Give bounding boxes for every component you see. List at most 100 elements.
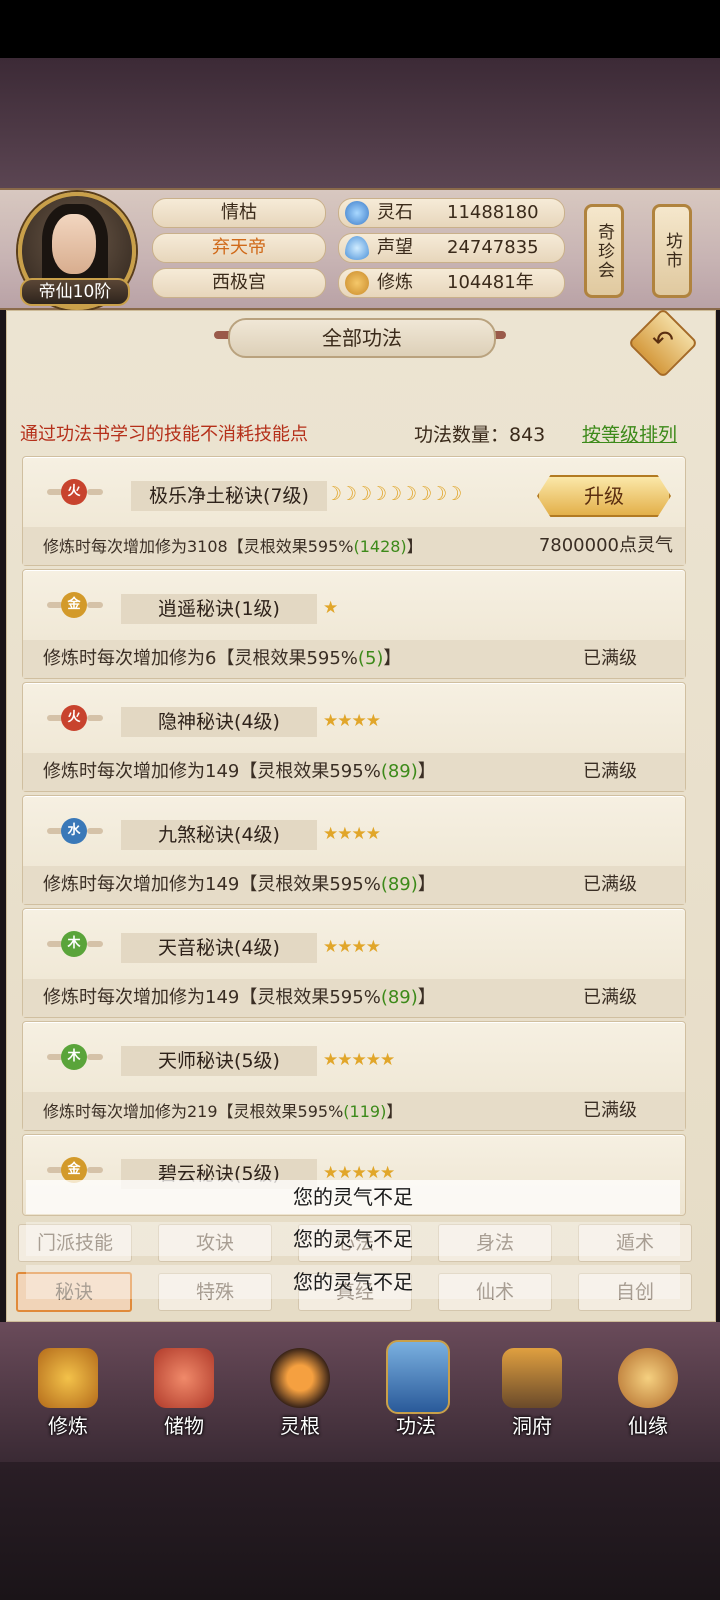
desc-tail: 】 <box>417 987 436 1008</box>
element-badge: 水 <box>47 816 103 848</box>
upgrade-button[interactable]: 升级 <box>537 475 671 517</box>
desc-text: 修炼时每次增加修为149【灵根效果595% <box>43 761 381 782</box>
fire-element-icon: 火 <box>61 479 87 505</box>
nav-label: 灵根 <box>280 1414 320 1438</box>
player-name: 情枯 <box>152 198 326 228</box>
stat-label: 修炼 <box>377 272 413 293</box>
element-badge: 火 <box>47 703 103 735</box>
market-button[interactable]: 坊市 <box>652 204 692 298</box>
element-badge: 火 <box>47 477 103 509</box>
fire-element-icon: 火 <box>61 705 87 731</box>
stat-label: 声望 <box>377 237 413 258</box>
skill-description: 修炼时每次增加修为3108【灵根效果595%(1428)】 <box>43 533 423 557</box>
skill-rating: ★★★★ <box>323 824 381 844</box>
badge-wing <box>87 828 103 834</box>
badge-wing <box>87 489 103 495</box>
upgrade-cost: 7800000点灵气 <box>538 535 673 556</box>
skill-card[interactable]: 火 极乐净土秘诀(7级) ☽☽☽☽☽☽☽☽☽ 升级 修炼时每次增加修为3108【… <box>22 456 686 566</box>
max-level-status: 已满级 <box>583 874 637 895</box>
stat-value: 24747835 <box>447 237 539 258</box>
desc-bonus: (89) <box>380 987 418 1008</box>
background-scenery <box>0 58 720 188</box>
max-level-status: 已满级 <box>583 648 637 669</box>
water-element-icon: 水 <box>61 818 87 844</box>
skill-description: 修炼时每次增加修为219【灵根效果595%(119)】 <box>43 1098 402 1122</box>
skill-count: 功法数量：843 <box>414 424 546 446</box>
max-level-status: 已满级 <box>583 1100 637 1121</box>
stat-value: 11488180 <box>447 202 539 223</box>
nav-storage[interactable]: 储物 <box>134 1340 234 1456</box>
stat-value: 104481年 <box>447 272 534 293</box>
desc-text: 修炼时每次增加修为149【灵根效果595% <box>43 987 381 1008</box>
badge-wing <box>87 1054 103 1060</box>
stat-cultivation: 修炼 104481年 <box>338 268 565 298</box>
nav-spirit-root[interactable]: 灵根 <box>250 1340 350 1456</box>
skill-book-icon <box>386 1340 450 1414</box>
skill-card[interactable]: 木 天音秘诀(4级) ★★★★ 修炼时每次增加修为149【灵根效果595%(89… <box>22 908 686 1018</box>
badge-wing <box>87 602 103 608</box>
skill-name: 隐神秘诀(4级) <box>121 707 317 737</box>
meditation-icon <box>345 271 369 295</box>
desc-bonus: (89) <box>380 874 418 895</box>
notice-text: 通过功法书学习的技能不消耗技能点 <box>20 424 308 445</box>
skill-card[interactable]: 木 天师秘诀(5级) ★★★★★ 修炼时每次增加修为219【灵根效果595%(1… <box>22 1021 686 1131</box>
storage-bag-icon <box>154 1348 214 1408</box>
desc-tail: 】 <box>417 874 436 895</box>
skill-description: 修炼时每次增加修为6【灵根效果595%(5)】 <box>43 644 401 670</box>
desc-text: 修炼时每次增加修为3108【灵根效果595% <box>43 537 354 556</box>
skill-name: 极乐净土秘诀(7级) <box>131 481 327 511</box>
fortune-gourd-icon <box>618 1348 678 1408</box>
nav-skills[interactable]: 功法 <box>366 1340 466 1456</box>
nav-label: 仙缘 <box>628 1414 668 1438</box>
nav-cultivate[interactable]: 修炼 <box>18 1340 118 1456</box>
cultivate-icon <box>38 1348 98 1408</box>
skill-description: 修炼时每次增加修为149【灵根效果595%(89)】 <box>43 870 436 896</box>
skill-rating: ★★★★★ <box>323 1050 395 1070</box>
skill-card[interactable]: 水 九煞秘诀(4级) ★★★★ 修炼时每次增加修为149【灵根效果595%(89… <box>22 795 686 905</box>
crystal-icon <box>345 236 369 260</box>
skill-rating: ★★★★ <box>323 937 381 957</box>
skill-name: 逍遥秘诀(1级) <box>121 594 317 624</box>
toast-message: 您的灵气不足 <box>26 1222 680 1256</box>
nav-fortune[interactable]: 仙缘 <box>598 1340 698 1456</box>
element-badge: 木 <box>47 1042 103 1074</box>
toast-message: 您的灵气不足 <box>26 1265 680 1299</box>
max-level-status: 已满级 <box>583 987 637 1008</box>
skill-rating: ★ <box>323 598 338 618</box>
desc-bonus: (89) <box>380 761 418 782</box>
badge-wing <box>87 1167 103 1173</box>
desc-bonus: (5) <box>357 648 384 669</box>
skill-name: 天音秘诀(4级) <box>121 933 317 963</box>
skill-name: 天师秘诀(5级) <box>121 1046 317 1076</box>
desc-tail: 】 <box>417 761 436 782</box>
badge-wing <box>87 941 103 947</box>
skill-description: 修炼时每次增加修为149【灵根效果595%(89)】 <box>43 983 436 1009</box>
skill-card[interactable]: 火 隐神秘诀(4级) ★★★★ 修炼时每次增加修为149【灵根效果595%(89… <box>22 682 686 792</box>
desc-text: 修炼时每次增加修为6【灵根效果595% <box>43 648 358 669</box>
nav-cave-house[interactable]: 洞府 <box>482 1340 582 1456</box>
desc-tail: 】 <box>406 537 423 556</box>
stat-spirit-stone: 灵石 11488180 <box>338 198 565 228</box>
metal-element-icon: 金 <box>61 592 87 618</box>
desc-text: 修炼时每次增加修为219【灵根效果595% <box>43 1102 344 1121</box>
back-arrow-icon: ↶ <box>652 326 674 356</box>
skill-description: 修炼时每次增加修为149【灵根效果595%(89)】 <box>43 757 436 783</box>
desc-tail: 】 <box>386 1102 403 1121</box>
wood-element-icon: 木 <box>61 931 87 957</box>
treasure-auction-button[interactable]: 奇珍会 <box>584 204 624 298</box>
wood-element-icon: 木 <box>61 1044 87 1070</box>
desc-bonus: (119) <box>343 1102 387 1121</box>
page-title: 全部功法 <box>228 318 496 358</box>
skill-card[interactable]: 金 逍遥秘诀(1级) ★ 修炼时每次增加修为6【灵根效果595%(5)】 已满级 <box>22 569 686 679</box>
spirit-stone-icon <box>345 201 369 225</box>
nav-label: 储物 <box>164 1414 204 1438</box>
element-badge: 金 <box>47 590 103 622</box>
player-sect: 西极宫 <box>152 268 326 298</box>
spirit-root-icon <box>270 1348 330 1408</box>
nav-label: 洞府 <box>512 1414 552 1438</box>
avatar-face <box>52 214 96 274</box>
desc-text: 修炼时每次增加修为149【灵根效果595% <box>43 874 381 895</box>
toast-message: 您的灵气不足 <box>26 1180 680 1214</box>
skill-rating: ★★★★ <box>323 711 381 731</box>
sort-by-level-link[interactable]: 按等级排列 <box>582 420 677 447</box>
